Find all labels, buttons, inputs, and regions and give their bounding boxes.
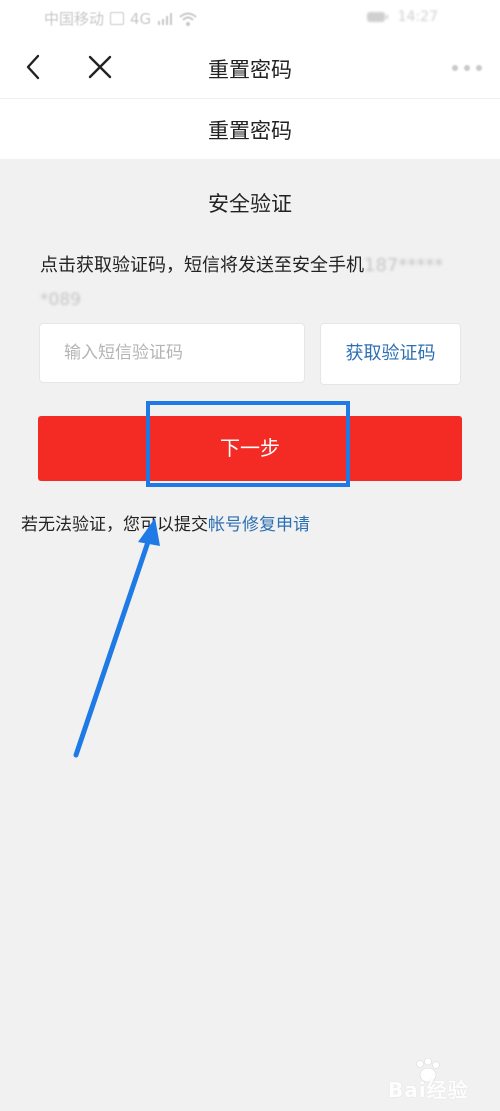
section-title: 安全验证 [208,192,292,216]
sms-hint-text: 点击获取验证码，短信将发送至安全手机 [40,255,364,276]
network-type-label: 4G [130,9,152,28]
network-badge-icon [110,12,125,25]
more-icon[interactable] [450,64,484,72]
baidu-watermark: Bai经验 [388,1078,469,1102]
page-title: 重置密码 [208,119,292,143]
nav-bar: 重置密码 [0,36,500,98]
battery-icon [366,12,388,22]
sms-code-input[interactable] [39,323,305,383]
masked-phone-continued: *089 [40,290,81,310]
sms-hint: 点击获取验证码，短信将发送至安全手机187***** [40,251,443,277]
clock-label: 14:27 [397,9,438,25]
signal-icon [158,12,173,25]
nav-title: 重置密码 [208,58,292,82]
account-repair-link[interactable]: 帐号修复申请 [208,515,310,535]
carrier-label: 中国移动 [44,10,105,28]
repair-hint: 若无法验证，您可以提交帐号修复申请 [21,510,310,535]
next-step-button[interactable]: 下一步 [38,416,462,481]
repair-hint-text: 若无法验证，您可以提交 [21,515,208,535]
wifi-icon [179,12,197,26]
page-header: 重置密码 [0,98,500,159]
status-bar: 中国移动 4G 14:27 [0,0,500,36]
get-code-button[interactable]: 获取验证码 [320,323,461,385]
status-left: 中国移动 4G [44,8,197,29]
status-right: 14:27 [366,9,438,25]
annotation-arrow [73,518,160,758]
masked-phone: 187***** [364,255,444,276]
